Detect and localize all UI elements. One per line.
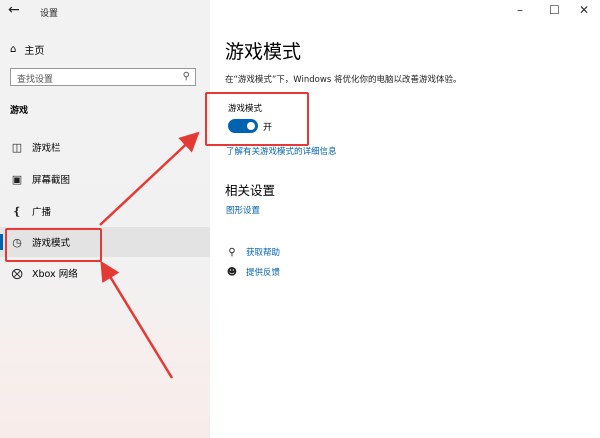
arrow-to-toggle [99, 131, 200, 226]
annotation-arrows [99, 131, 200, 379]
arrow-to-sidebar-item [100, 260, 174, 379]
